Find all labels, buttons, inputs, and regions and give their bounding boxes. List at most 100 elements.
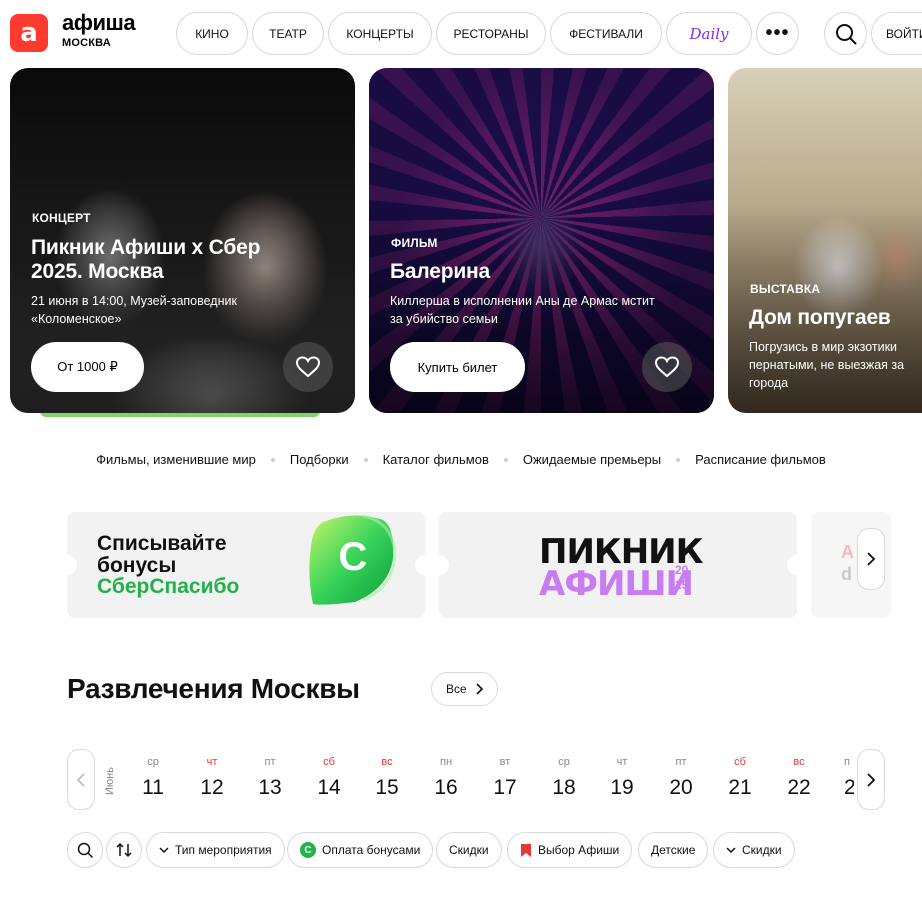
sort-button[interactable] <box>106 832 142 868</box>
link-collections[interactable]: Подборки <box>290 452 349 467</box>
calendar-day[interactable]: вт 17 <box>480 756 530 800</box>
calendar-day[interactable]: п 2 <box>832 756 854 800</box>
calendar-day[interactable]: чт 12 <box>187 756 237 800</box>
nav-festivals[interactable]: ФЕСТИВАЛИ <box>550 12 662 55</box>
hero-card-film[interactable]: ФИЛЬМ Балерина Киллерша в исполнении Аны… <box>369 68 714 413</box>
filter-label: Оплата бонусами <box>322 843 421 857</box>
calendar-day[interactable]: сб 14 <box>304 756 354 800</box>
logo-name[interactable]: афиша <box>62 10 136 36</box>
nav-daily[interactable]: Daily <box>666 12 752 55</box>
day-number: 13 <box>258 776 282 799</box>
day-of-week: сб <box>734 756 746 768</box>
filter-label: Тип мероприятия <box>175 843 272 857</box>
logo-icon[interactable]: а <box>10 14 48 52</box>
day-of-week: чт <box>616 756 628 768</box>
filter-discounts[interactable]: Скидки <box>436 832 502 868</box>
calendar-day[interactable]: вс 22 <box>774 756 824 800</box>
picnic-year-top: 20 <box>675 563 689 577</box>
card-type: ВЫСТАВКА <box>750 282 821 296</box>
calendar-day[interactable]: сб 21 <box>715 756 765 800</box>
day-number: 22 <box>787 776 811 799</box>
promo-line: бонусы <box>97 554 177 577</box>
calendar-day[interactable]: пт 20 <box>656 756 706 800</box>
promo-picnic[interactable]: ПИКНИК АФИШИ 20 25 <box>439 512 797 618</box>
filter-kids[interactable]: Детские <box>638 832 709 868</box>
calendar-day[interactable]: чт 19 <box>597 756 647 800</box>
day-number: 21 <box>728 776 752 799</box>
filter-bonus-pay[interactable]: С Оплата бонусами <box>287 832 434 868</box>
search-button[interactable] <box>824 12 867 55</box>
buy-ticket-button[interactable]: Купить билет <box>390 342 525 392</box>
card-title-line: 2025. Москва <box>31 260 164 283</box>
calendar-day[interactable]: пн 16 <box>421 756 471 800</box>
heart-icon <box>296 356 320 378</box>
day-of-week: пн <box>439 756 453 768</box>
section-title: Развлечения Москвы <box>67 673 360 704</box>
promo-line-brand: СберСпасибо <box>97 575 240 598</box>
sber-icon: С <box>300 842 316 858</box>
nav-concerts[interactable]: КОНЦЕРТЫ <box>328 12 432 55</box>
chevron-left-icon <box>76 772 85 787</box>
card-desc-line: Киллерша в исполнении Аны де Армас мстит <box>390 294 655 308</box>
picnic-logo-bottom: АФИШИ <box>539 564 694 604</box>
separator-dot <box>676 457 681 462</box>
favorite-button[interactable] <box>642 342 692 392</box>
day-of-week: пт <box>264 756 276 768</box>
card-title-line: Балерина <box>390 260 491 283</box>
price-button[interactable]: От 1000 ₽ <box>31 342 144 392</box>
nav-restaurants[interactable]: РЕСТОРАНЫ <box>436 12 546 55</box>
ticket-notch <box>787 555 797 575</box>
separator-dot <box>363 457 368 462</box>
sort-icon <box>116 842 132 858</box>
logo-glyph: а <box>20 18 38 48</box>
day-of-week: вс <box>381 756 393 768</box>
card-type: КОНЦЕРТ <box>32 211 91 225</box>
separator-dot <box>503 457 508 462</box>
promo-line: Списывайте <box>97 532 227 555</box>
promo-sber-bonus[interactable]: Списывайте бонусы СберСпасибо С <box>67 512 425 618</box>
day-number: 17 <box>493 776 517 799</box>
filter-label: Детские <box>651 843 696 857</box>
promo-next-button[interactable] <box>857 528 885 590</box>
calendar-day[interactable]: ср 11 <box>128 756 178 800</box>
nav-theatre[interactable]: ТЕАТР <box>252 12 324 55</box>
page: а афиша МОСКВА КИНО ТЕАТР КОНЦЕРТЫ РЕСТО… <box>0 0 922 922</box>
day-of-week: вс <box>793 756 805 768</box>
favorite-button[interactable] <box>283 342 333 392</box>
calendar-day[interactable]: пт 13 <box>245 756 295 800</box>
ticket-notch <box>439 555 449 575</box>
filter-label: Скидки <box>449 843 489 857</box>
link-film-schedule[interactable]: Расписание фильмов <box>695 452 826 467</box>
link-film-catalog[interactable]: Каталог фильмов <box>383 452 489 467</box>
filter-discounts-dropdown[interactable]: Скидки <box>713 832 795 868</box>
city-selector[interactable]: МОСКВА <box>62 37 111 49</box>
see-all-button[interactable]: Все <box>431 672 498 706</box>
card-desc-line: пернатыми, не выезжая за <box>749 358 905 372</box>
link-films-changed-world[interactable]: Фильмы, изменившие мир <box>96 452 256 467</box>
day-of-week: сб <box>323 756 335 768</box>
ticket-notch <box>67 555 77 575</box>
day-number: 18 <box>552 776 576 799</box>
hero-card-concert[interactable]: КОНЦЕРТ Пикник Афиши х Сбер 2025. Москва… <box>10 68 355 413</box>
nav-cinema[interactable]: КИНО <box>176 12 248 55</box>
hero-card-exhibition[interactable]: ВЫСТАВКА Дом попугаев Погрузись в мир эк… <box>728 68 922 413</box>
day-number: 16 <box>434 776 458 799</box>
calendar-next-button[interactable] <box>857 749 885 810</box>
day-number: 20 <box>669 776 693 799</box>
promo-partial-text: d <box>841 564 852 584</box>
login-button[interactable]: ВОЙТИ <box>871 12 922 55</box>
link-upcoming-premieres[interactable]: Ожидаемые премьеры <box>523 452 661 467</box>
card-desc-line: города <box>749 376 789 390</box>
card-desc-line: за убийство семьи <box>390 312 498 326</box>
more-icon[interactable]: ••• <box>756 12 799 55</box>
header: а афиша МОСКВА КИНО ТЕАТР КОНЦЕРТЫ РЕСТО… <box>0 0 922 66</box>
day-number: 11 <box>142 776 164 799</box>
day-number: 15 <box>375 776 399 799</box>
filter-search-button[interactable] <box>67 832 103 868</box>
filter-afisha-choice[interactable]: Выбор Афиши <box>507 832 633 868</box>
calendar-day[interactable]: вс 15 <box>362 756 412 800</box>
chevron-down-icon <box>159 846 169 853</box>
calendar-day[interactable]: ср 18 <box>539 756 589 800</box>
filter-event-type[interactable]: Тип мероприятия <box>146 832 285 868</box>
calendar-prev-button[interactable] <box>67 749 95 810</box>
